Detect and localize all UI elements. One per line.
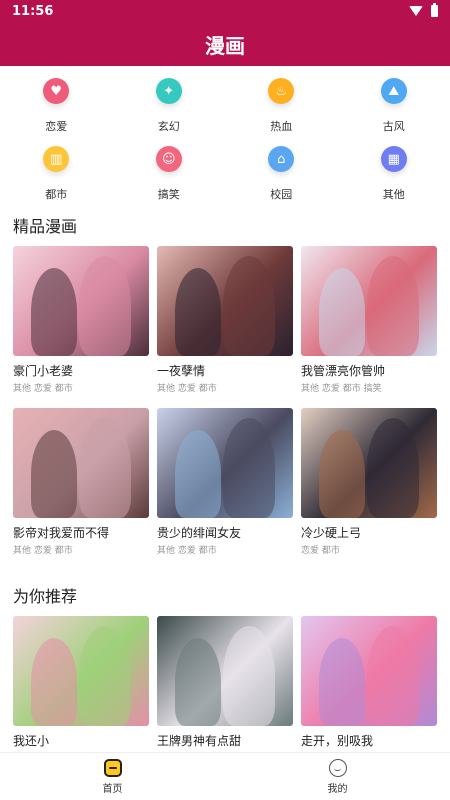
page-title: 漫画 <box>205 33 245 58</box>
cover-figure <box>223 626 275 726</box>
comic-tags: 其他 恋爱 都市 <box>13 546 73 556</box>
category-item[interactable]: ▦ 其他 <box>338 146 450 204</box>
cover-figure <box>175 638 221 726</box>
heart-icon: ♥ <box>43 78 70 104</box>
cover-figure <box>175 268 221 356</box>
comic-cover <box>157 616 293 726</box>
comic-title: 王牌男神有点甜 <box>157 734 242 748</box>
comic-title: 影帝对我爱而不得 <box>13 526 110 540</box>
category-label: 恋爱 <box>45 120 68 133</box>
comic-title: 一夜孽情 <box>157 364 206 378</box>
comic-cover <box>13 246 149 356</box>
comic-cover <box>13 408 149 518</box>
category-item[interactable]: ✦ 玄幻 <box>113 78 226 136</box>
comic-card[interactable]: 我还小其他 恋爱 都市 <box>13 616 149 752</box>
comic-title: 我管漂亮你管帅 <box>301 364 386 378</box>
comic-tags: 其他 恋爱 都市 <box>13 384 73 394</box>
smile-icon: ☺ <box>155 146 182 172</box>
cover-figure <box>79 256 131 356</box>
comic-cover <box>301 616 437 726</box>
comic-cover <box>157 408 293 518</box>
comic-card[interactable]: 豪门小老婆其他 恋爱 都市 <box>13 246 149 394</box>
category-item[interactable]: ☺ 搞笑 <box>113 146 226 204</box>
category-item[interactable]: ⛰ 古风 <box>338 78 450 136</box>
cover-figure <box>31 638 77 726</box>
cover-figure <box>367 626 419 726</box>
tab-home[interactable]: 首页 <box>0 753 225 800</box>
cover-figure <box>223 256 275 356</box>
cover-figure <box>319 638 365 726</box>
category-label: 搞笑 <box>157 188 180 201</box>
comic-tags: 其他 恋爱 都市 搞笑 <box>301 384 382 394</box>
app-bar: 漫画 <box>0 22 450 66</box>
section-title-featured: 精品漫画 <box>13 217 78 236</box>
comic-title: 我还小 <box>13 734 50 748</box>
category-label: 校园 <box>270 188 293 201</box>
wifi-icon <box>409 6 423 16</box>
status-bar: 11:56 <box>0 0 450 22</box>
comic-title: 走开，别吸我 <box>301 734 374 748</box>
featured-grid: 豪门小老婆 其他 恋爱 都市 一夜孽情 其他 恋爱 都市 我管漂亮你管帅 其他 恋爱 都市… <box>0 246 450 556</box>
category-label: 都市 <box>45 188 68 201</box>
comic-cover <box>301 408 437 518</box>
recommend-grid: 我还小其他 恋爱 都市王牌男神有点甜恋爱 都市走开，别吸我其他 玄幻 搞笑 <box>0 616 450 752</box>
category-grid: ♥ 恋爱 ✦ 玄幻 ♨ 热血 ⛰ 古风 ▥ 都市 ☺ 搞笑 ⌂ 校园 ▦ 其他 <box>0 66 450 204</box>
building-icon: ▥ <box>43 146 70 172</box>
comic-card[interactable]: 走开，别吸我其他 玄幻 搞笑 <box>301 616 437 752</box>
comic-card[interactable]: 我管漂亮你管帅其他 恋爱 都市 搞笑 <box>301 246 437 394</box>
cover-figure <box>31 268 77 356</box>
comic-title: 豪门小老婆 <box>13 364 74 378</box>
comic-cover <box>301 246 437 356</box>
comic-card[interactable]: 冷少硬上弓恋爱 都市 <box>301 408 437 556</box>
comic-cover <box>157 246 293 356</box>
comic-tags: 其他 恋爱 都市 <box>157 546 217 556</box>
category-item[interactable]: ♨ 热血 <box>225 78 338 136</box>
comic-tags: 恋爱 都市 <box>301 546 340 556</box>
bottom-tab-bar: 首页 我的 <box>0 752 450 800</box>
school-icon: ⌂ <box>268 146 295 172</box>
grid-icon: ▦ <box>380 146 407 172</box>
comic-title: 冷少硬上弓 <box>301 526 362 540</box>
cover-figure <box>223 418 275 518</box>
landscape-icon: ⛰ <box>380 78 407 104</box>
category-item[interactable]: ♥ 恋爱 <box>0 78 113 136</box>
category-label: 其他 <box>382 188 405 201</box>
profile-icon <box>328 758 347 777</box>
cover-figure <box>31 430 77 518</box>
category-label: 古风 <box>382 120 405 133</box>
flame-icon: ♨ <box>268 78 295 104</box>
battery-icon <box>431 3 438 17</box>
tab-home-label: 首页 <box>102 783 123 795</box>
category-item[interactable]: ▥ 都市 <box>0 146 113 204</box>
cover-figure <box>319 430 365 518</box>
cover-figure <box>175 430 221 518</box>
cover-figure <box>79 626 131 726</box>
category-label: 玄幻 <box>157 120 180 133</box>
comic-title: 贵少的绯闻女友 <box>157 526 242 540</box>
comic-card[interactable]: 贵少的绯闻女友其他 恋爱 都市 <box>157 408 293 556</box>
cover-figure <box>79 418 131 518</box>
cover-figure <box>367 418 419 518</box>
comic-card[interactable]: 王牌男神有点甜恋爱 都市 <box>157 616 293 752</box>
swirl-icon: ✦ <box>155 78 182 104</box>
home-icon <box>103 758 122 777</box>
tab-me-label: 我的 <box>327 783 348 795</box>
status-time: 11:56 <box>12 3 54 19</box>
tab-me[interactable]: 我的 <box>225 753 450 800</box>
comic-card[interactable]: 影帝对我爱而不得其他 恋爱 都市 <box>13 408 149 556</box>
comic-tags: 其他 恋爱 都市 <box>157 384 217 394</box>
status-icons <box>409 3 438 17</box>
category-label: 热血 <box>270 120 293 133</box>
category-item[interactable]: ⌂ 校园 <box>225 146 338 204</box>
main-scroll[interactable]: ♥ 恋爱 ✦ 玄幻 ♨ 热血 ⛰ 古风 ▥ 都市 ☺ 搞笑 ⌂ 校园 ▦ 其他 精品漫画 豪门小老婆其他 恋爱… <box>0 66 450 752</box>
section-title-recommend: 为你推荐 <box>13 587 78 606</box>
cover-figure <box>319 268 365 356</box>
cover-figure <box>367 256 419 356</box>
comic-card[interactable]: 一夜孽情其他 恋爱 都市 <box>157 246 293 394</box>
comic-cover <box>13 616 149 726</box>
